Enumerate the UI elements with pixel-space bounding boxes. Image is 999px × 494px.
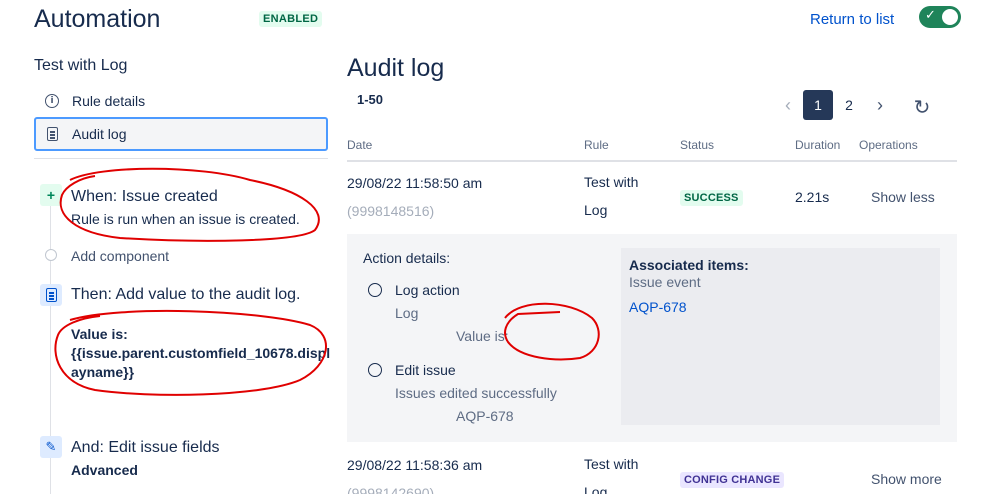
row-rule: Test with Log — [584, 174, 639, 218]
action-value-label: Value is: — [71, 326, 128, 342]
row-duration: 2.21s — [795, 189, 830, 205]
page-2-button[interactable]: 2 — [838, 90, 860, 120]
nav-audit-log[interactable]: Audit log — [34, 117, 328, 151]
action-sub: Issues edited successfully — [395, 385, 557, 401]
document-icon — [44, 126, 60, 142]
action-sub: Log — [395, 305, 419, 321]
result-range: 1-50 — [357, 92, 384, 107]
trigger-title[interactable]: When: Issue created — [71, 188, 218, 206]
row-date: 29/08/22 11:58:50 am — [347, 175, 483, 191]
column-header-operations: Operations — [859, 138, 918, 152]
status-badge: CONFIG CHANGE — [680, 472, 785, 488]
return-to-list-link[interactable]: Return to list — [810, 11, 894, 28]
row-id: (9998142690) — [347, 485, 435, 494]
action-name: Log action — [395, 282, 460, 298]
row-rule: Test with Log — [584, 456, 639, 494]
row-id: (9998148516) — [347, 203, 435, 219]
action-title[interactable]: Then: Add value to the audit log. — [71, 285, 301, 304]
trigger-subtitle: Rule is run when an issue is created. — [71, 211, 300, 227]
column-header-rule: Rule — [584, 138, 609, 152]
enabled-badge: ENABLED — [259, 11, 323, 27]
edit-title[interactable]: And: Edit issue fields — [71, 439, 220, 457]
refresh-icon[interactable]: ↻ — [910, 95, 934, 119]
edit-subtitle: Advanced — [71, 462, 138, 478]
column-header-duration: Duration — [795, 138, 841, 152]
check-icon: ✓ — [925, 8, 936, 23]
associated-items-sub: Issue event — [629, 274, 701, 290]
info-icon — [368, 283, 382, 297]
app-title: Automation — [34, 5, 161, 33]
chevron-right-icon[interactable]: › — [870, 90, 890, 120]
chevron-left-icon[interactable]: ‹ — [778, 90, 798, 120]
column-header-status: Status — [680, 138, 715, 152]
action-extra: AQP-678 — [456, 408, 514, 424]
show-less-link[interactable]: Show less — [871, 189, 935, 205]
page-title: Audit log — [347, 54, 445, 82]
associated-items-title: Associated items: — [629, 257, 749, 273]
nav-audit-log-label: Audit log — [72, 126, 127, 142]
column-header-date: Date — [347, 138, 373, 152]
action-name: Edit issue — [395, 362, 456, 378]
table-header-divider — [347, 160, 957, 162]
show-more-link[interactable]: Show more — [871, 471, 942, 487]
page-1-button[interactable]: 1 — [803, 90, 833, 120]
rule-enabled-toggle[interactable]: ✓ — [919, 6, 961, 28]
info-icon — [368, 363, 382, 377]
sidebar-divider — [34, 158, 328, 159]
toggle-knob — [942, 9, 958, 25]
rule-name: Test with Log — [34, 57, 128, 74]
add-component-link[interactable]: Add component — [71, 248, 169, 264]
nav-rule-details-label: Rule details — [72, 93, 146, 109]
pencil-icon: ✎ — [40, 436, 62, 458]
issue-link[interactable]: AQP-678 — [629, 299, 687, 315]
row-date: 29/08/22 11:58:36 am — [347, 457, 483, 473]
add-component-dot[interactable] — [45, 249, 57, 261]
nav-rule-details[interactable]: i Rule details — [34, 84, 328, 118]
plus-icon: + — [40, 184, 62, 206]
action-extra: Value is: — [456, 328, 509, 344]
action-value: {{issue.parent.customfield_10678.display… — [71, 345, 331, 380]
info-icon: i — [44, 93, 60, 109]
document-icon — [40, 284, 62, 306]
action-details-title: Action details: — [363, 250, 451, 266]
status-badge: SUCCESS — [680, 190, 743, 206]
